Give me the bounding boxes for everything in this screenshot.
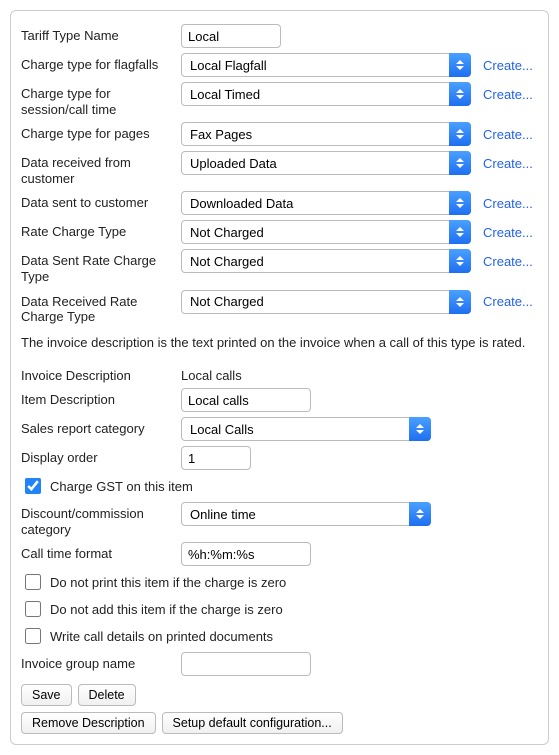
row-invoice-desc: Invoice Description Local calls [21,364,538,384]
row-sales-cat: Sales report category Local Calls [21,417,538,441]
remove-description-button[interactable]: Remove Description [21,712,156,734]
label-display-order: Display order [21,446,181,466]
select-charge-session[interactable]: Local Timed [181,82,471,106]
link-create-data-received[interactable]: Create... [483,156,533,171]
label-charge-flagfall: Charge type for flagfalls [21,53,181,73]
label-write-details: Write call details on printed documents [50,629,273,644]
label-sales-cat: Sales report category [21,417,181,437]
link-create-data-received-rate[interactable]: Create... [483,294,533,309]
checkbox-write-details[interactable] [25,628,41,644]
label-invoice-desc: Invoice Description [21,364,181,384]
select-data-sent[interactable]: Downloaded Data [181,191,471,215]
label-call-time-fmt: Call time format [21,542,181,562]
delete-button[interactable]: Delete [78,684,136,706]
select-sales-cat[interactable]: Local Calls [181,417,431,441]
input-invoice-group[interactable] [181,652,311,676]
input-tariff-type-name[interactable] [181,24,281,48]
row-no-add-zero: Do not add this item if the charge is ze… [21,598,538,620]
checkbox-no-add-zero[interactable] [25,601,41,617]
row-charge-flagfall: Charge type for flagfalls Local Flagfall… [21,53,538,77]
row-rate-charge: Rate Charge Type Not Charged Create... [21,220,538,244]
row-data-received: Data received from customer Uploaded Dat… [21,151,538,186]
row-call-time-fmt: Call time format [21,542,538,566]
row-data-sent: Data sent to customer Downloaded Data Cr… [21,191,538,215]
row-data-received-rate: Data Received Rate Charge Type Not Charg… [21,290,538,325]
select-data-sent-rate[interactable]: Not Charged [181,249,471,273]
label-invoice-group: Invoice group name [21,652,181,672]
label-charge-session: Charge type for session/call time [21,82,181,117]
row-no-print-zero: Do not print this item if the charge is … [21,571,538,593]
input-item-desc[interactable] [181,388,311,412]
row-write-details: Write call details on printed documents [21,625,538,647]
input-call-time-fmt[interactable] [181,542,311,566]
label-data-sent-rate: Data Sent Rate Charge Type [21,249,181,284]
label-data-sent: Data sent to customer [21,191,181,211]
select-rate-charge[interactable]: Not Charged [181,220,471,244]
setup-default-button[interactable]: Setup default configuration... [162,712,343,734]
input-display-order[interactable] [181,446,251,470]
select-charge-pages[interactable]: Fax Pages [181,122,471,146]
link-create-flagfall[interactable]: Create... [483,58,533,73]
link-create-data-sent-rate[interactable]: Create... [483,254,533,269]
button-row-1: Save Delete [21,684,538,706]
row-discount-cat: Discount/commission category Online time [21,502,538,537]
save-button[interactable]: Save [21,684,72,706]
row-invoice-group: Invoice group name [21,652,538,676]
label-data-received: Data received from customer [21,151,181,186]
value-invoice-desc: Local calls [181,364,242,383]
link-create-pages[interactable]: Create... [483,127,533,142]
row-charge-gst: Charge GST on this item [21,475,538,497]
checkbox-charge-gst[interactable] [25,478,41,494]
checkbox-no-print-zero[interactable] [25,574,41,590]
row-charge-session: Charge type for session/call time Local … [21,82,538,117]
row-tariff-type-name: Tariff Type Name [21,24,538,48]
label-charge-gst: Charge GST on this item [50,479,193,494]
select-discount-cat[interactable]: Online time [181,502,431,526]
label-data-received-rate: Data Received Rate Charge Type [21,290,181,325]
label-no-print-zero: Do not print this item if the charge is … [50,575,286,590]
label-no-add-zero: Do not add this item if the charge is ze… [50,602,283,617]
tariff-form-panel: Tariff Type Name Charge type for flagfal… [10,10,549,745]
label-item-desc: Item Description [21,388,181,408]
select-charge-flagfall[interactable]: Local Flagfall [181,53,471,77]
link-create-session[interactable]: Create... [483,87,533,102]
select-data-received-rate[interactable]: Not Charged [181,290,471,314]
row-item-desc: Item Description [21,388,538,412]
button-row-2: Remove Description Setup default configu… [21,712,538,734]
link-create-data-sent[interactable]: Create... [483,196,533,211]
label-charge-pages: Charge type for pages [21,122,181,142]
link-create-rate-charge[interactable]: Create... [483,225,533,240]
label-rate-charge: Rate Charge Type [21,220,181,240]
row-data-sent-rate: Data Sent Rate Charge Type Not Charged C… [21,249,538,284]
row-display-order: Display order [21,446,538,470]
label-discount-cat: Discount/commission category [21,502,181,537]
row-charge-pages: Charge type for pages Fax Pages Create..… [21,122,538,146]
label-tariff-type-name: Tariff Type Name [21,24,181,44]
help-text-invoice-desc: The invoice description is the text prin… [21,335,538,352]
select-data-received[interactable]: Uploaded Data [181,151,471,175]
